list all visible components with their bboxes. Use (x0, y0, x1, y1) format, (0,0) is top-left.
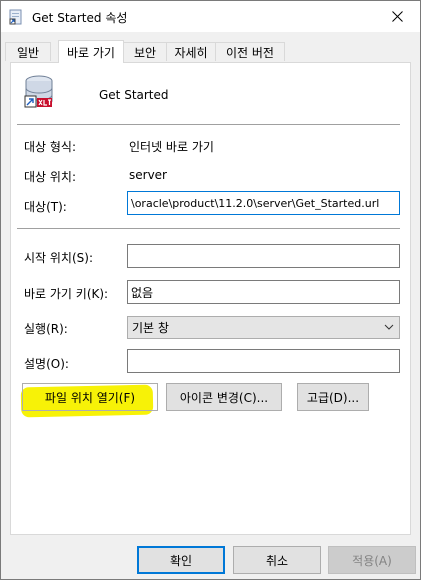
target-location-label: 대상 위치: (24, 170, 77, 184)
database-shortcut-icon (24, 75, 53, 108)
shortcut-name: Get Started (99, 88, 169, 102)
separator (17, 228, 400, 229)
tab-details[interactable]: 자세히 (166, 42, 216, 61)
start-in-input[interactable] (127, 244, 400, 268)
run-select-value: 기본 창 (132, 321, 169, 335)
run-label: 실행(R): (24, 322, 68, 336)
chevron-down-icon (384, 324, 394, 330)
change-icon-button[interactable]: 아이콘 변경(C)... (166, 383, 282, 411)
close-button[interactable] (375, 1, 420, 32)
target-input-value: \oracle\product\11.2.0\server\Get_Starte… (131, 196, 380, 210)
ok-button[interactable]: 확인 (137, 546, 225, 574)
shortcut-key-value: 없음 (131, 285, 154, 300)
window-title: Get Started 속성 (32, 11, 128, 25)
apply-button[interactable]: 적용(A) (328, 546, 416, 574)
start-in-label: 시작 위치(S): (24, 251, 93, 265)
comment-input[interactable] (127, 349, 400, 373)
target-type-label: 대상 형식: (24, 140, 77, 154)
shortcut-key-input[interactable]: 없음 (127, 280, 400, 304)
tab-shortcut[interactable]: 바로 가기 (58, 40, 124, 63)
open-file-location-button[interactable]: 파일 위치 열기(F) (22, 383, 158, 411)
target-location-value: server (129, 168, 167, 182)
tab-security[interactable]: 보안 (123, 42, 167, 61)
title-bar[interactable]: Get Started 속성 (1, 1, 420, 32)
tab-strip: 일반 바로 가기 보안 자세히 이전 버전 (1, 40, 420, 63)
cancel-button[interactable]: 취소 (233, 546, 321, 574)
target-input[interactable]: \oracle\product\11.2.0\server\Get_Starte… (127, 191, 400, 215)
run-select[interactable]: 기본 창 (127, 316, 400, 339)
tab-general[interactable]: 일반 (5, 42, 51, 61)
target-type-value: 인터넷 바로 가기 (129, 140, 214, 154)
target-label: 대상(T): (24, 200, 67, 214)
shortcut-panel: Get Started 대상 형식: 인터넷 바로 가기 대상 위치: serv… (10, 62, 411, 535)
comment-label: 설명(O): (24, 357, 69, 371)
tab-previous-versions[interactable]: 이전 버전 (215, 42, 285, 61)
properties-window: Get Started 속성 일반 바로 가기 보안 자세히 이전 버전 Get… (0, 0, 421, 580)
internet-shortcut-icon (9, 9, 22, 25)
advanced-button[interactable]: 고급(D)... (297, 383, 369, 411)
separator (17, 124, 400, 125)
close-icon (392, 11, 403, 22)
shortcut-key-label: 바로 가기 키(K): (24, 287, 109, 301)
